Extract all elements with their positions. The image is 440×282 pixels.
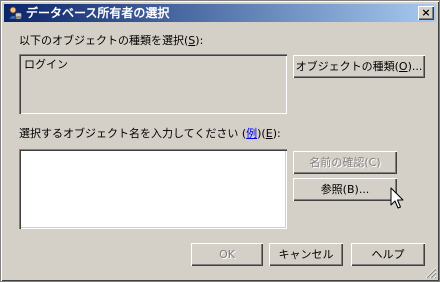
object-type-value: ログイン — [24, 58, 68, 71]
object-name-label: 選択するオブジェクト名を入力してください (例)(E): — [19, 127, 281, 140]
close-button[interactable]: × — [418, 6, 434, 20]
object-types-button[interactable]: オブジェクトの種類(O)... — [293, 55, 425, 78]
title-bar[interactable]: データベース所有者の選択 × — [4, 4, 436, 22]
object-name-input[interactable] — [19, 149, 287, 229]
check-names-button[interactable]: 名前の確認(C) — [293, 151, 397, 174]
window-title: データベース所有者の選択 — [26, 6, 170, 20]
object-type-list[interactable]: ログイン — [19, 54, 287, 114]
help-button[interactable]: ヘルプ — [351, 243, 425, 266]
example-link[interactable]: 例 — [246, 127, 257, 140]
select-database-owner-dialog: データベース所有者の選択 × 以下のオブジェクトの種類を選択(S): ログイン … — [0, 0, 440, 282]
browse-button[interactable]: 参照(B)... — [293, 178, 397, 201]
mouse-pointer-icon — [390, 187, 406, 211]
cancel-button[interactable]: キャンセル — [269, 243, 343, 266]
resize-grip-icon[interactable] — [425, 267, 437, 279]
database-user-icon — [8, 6, 22, 20]
close-icon: × — [421, 6, 431, 19]
ok-button[interactable]: OK — [191, 243, 263, 266]
object-type-label: 以下のオブジェクトの種類を選択(S): — [19, 34, 204, 47]
